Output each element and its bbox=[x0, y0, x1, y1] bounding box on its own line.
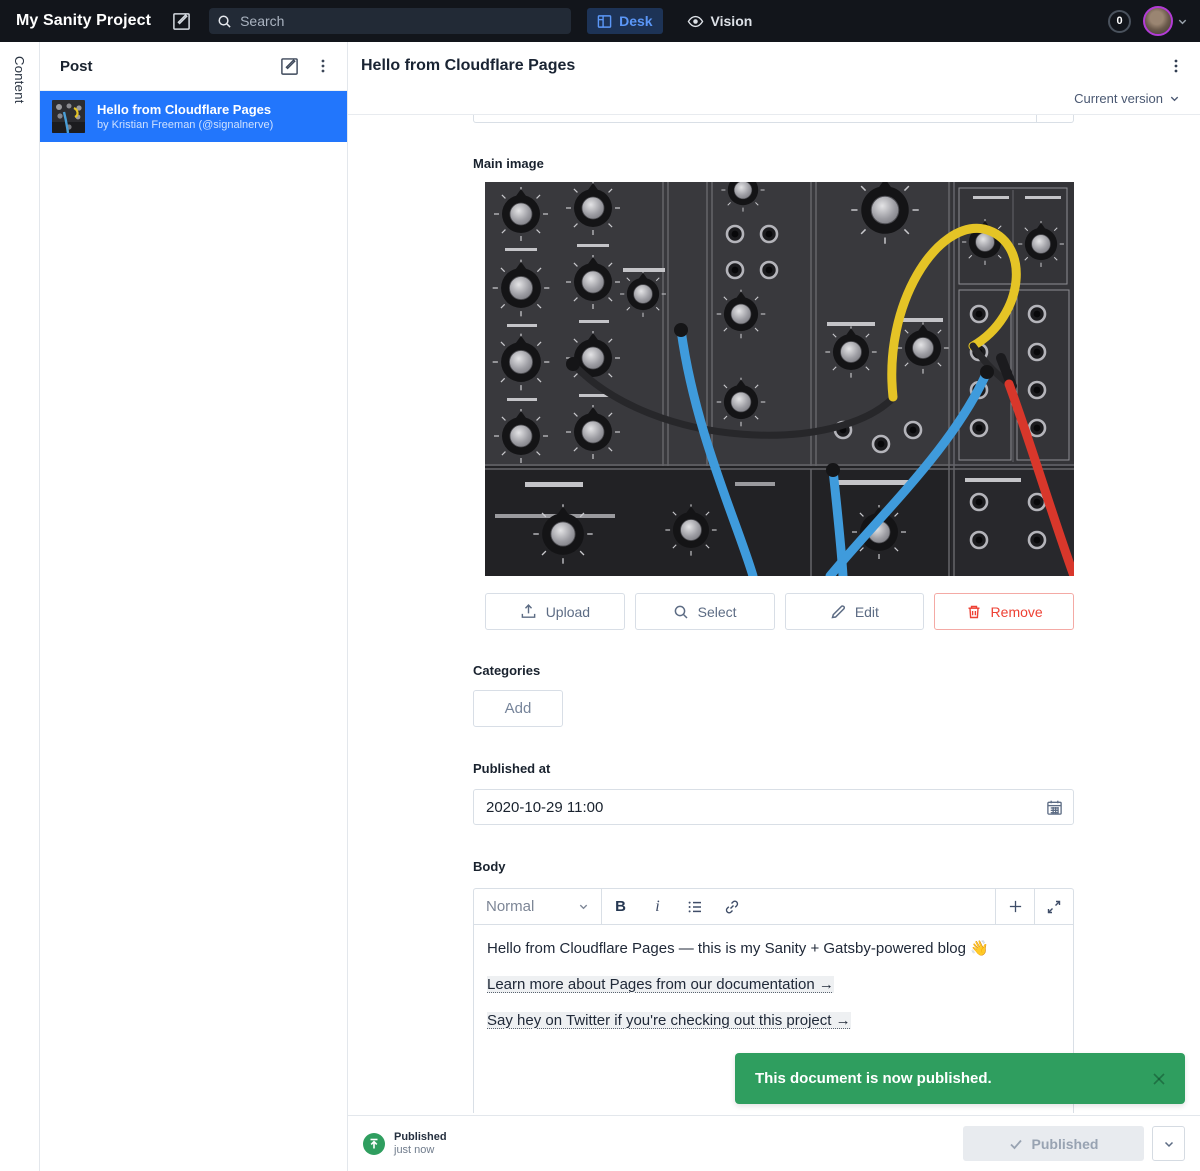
bullet-list-button[interactable] bbox=[676, 889, 713, 924]
toast-notification: This document is now published. bbox=[735, 1053, 1185, 1104]
list-item[interactable]: Hello from Cloudflare Pages by Kristian … bbox=[40, 91, 347, 142]
upload-button[interactable]: Upload bbox=[485, 593, 625, 630]
version-label: Current version bbox=[1074, 91, 1163, 106]
body-link[interactable]: Say hey on Twitter if you're checking ou… bbox=[487, 1012, 851, 1029]
add-label: Add bbox=[505, 700, 532, 717]
publish-button[interactable]: Published bbox=[963, 1126, 1144, 1161]
kebab-icon bbox=[315, 58, 331, 74]
desk-icon bbox=[597, 14, 612, 29]
pane-menu-button[interactable] bbox=[315, 58, 331, 74]
link-button[interactable] bbox=[713, 889, 750, 924]
list-item-thumbnail bbox=[52, 100, 85, 133]
published-status-icon bbox=[363, 1133, 385, 1155]
list-item-subtitle: by Kristian Freeman (@signalnerve) bbox=[97, 119, 273, 131]
avatar bbox=[1143, 6, 1173, 36]
compose-icon bbox=[280, 57, 299, 76]
user-menu[interactable] bbox=[1143, 6, 1188, 36]
chevron-down-icon bbox=[1163, 1138, 1175, 1150]
slug-field-partial[interactable] bbox=[473, 115, 1074, 123]
document-menu-button[interactable] bbox=[1164, 54, 1188, 78]
bold-button[interactable]: B bbox=[602, 889, 639, 924]
close-icon bbox=[1150, 1070, 1168, 1088]
body-link[interactable]: Learn more about Pages from our document… bbox=[487, 976, 834, 993]
hints-badge[interactable]: 0 bbox=[1108, 10, 1131, 33]
tab-vision[interactable]: Vision bbox=[677, 8, 763, 34]
kebab-icon bbox=[1168, 58, 1184, 74]
document-footer: Published just now Published bbox=[348, 1115, 1200, 1171]
calendar-icon[interactable] bbox=[1046, 799, 1063, 816]
publish-menu-button[interactable] bbox=[1152, 1126, 1185, 1161]
remove-button[interactable]: Remove bbox=[934, 593, 1074, 630]
body-label: Body bbox=[473, 859, 506, 874]
toast-close-button[interactable] bbox=[1147, 1067, 1171, 1091]
categories-label: Categories bbox=[473, 663, 540, 678]
edit-label: Edit bbox=[855, 604, 879, 620]
chevron-down-icon bbox=[1169, 93, 1180, 104]
plus-icon bbox=[1008, 899, 1023, 914]
list-item-text: Hello from Cloudflare Pages by Kristian … bbox=[97, 102, 273, 131]
image-actions: Upload Select Edit bbox=[485, 593, 1074, 630]
bullet-list-icon bbox=[687, 899, 703, 915]
trash-icon bbox=[966, 604, 982, 620]
published-at-input[interactable] bbox=[474, 799, 1046, 816]
search-icon bbox=[217, 14, 232, 29]
main-image-label: Main image bbox=[473, 156, 544, 171]
eye-icon bbox=[687, 13, 704, 30]
edit-button[interactable]: Edit bbox=[785, 593, 925, 630]
tab-desk[interactable]: Desk bbox=[587, 8, 662, 34]
project-title: My Sanity Project bbox=[16, 12, 151, 30]
chevron-down-icon bbox=[1177, 16, 1188, 27]
content-rail[interactable]: Content bbox=[0, 42, 40, 1171]
upload-icon bbox=[520, 603, 537, 620]
main-image-photo bbox=[485, 182, 1074, 576]
insert-block-button[interactable] bbox=[996, 889, 1034, 924]
publish-status-title: Published bbox=[394, 1131, 447, 1143]
pane-title: Post bbox=[60, 58, 264, 75]
publish-button-label: Published bbox=[1032, 1136, 1099, 1152]
text-style-select[interactable]: Normal bbox=[474, 889, 602, 924]
body-paragraph: Hello from Cloudflare Pages — this is my… bbox=[487, 938, 1060, 959]
search-icon bbox=[673, 604, 689, 620]
check-icon bbox=[1009, 1137, 1023, 1151]
fullscreen-button[interactable] bbox=[1035, 889, 1073, 924]
published-at-field bbox=[473, 789, 1074, 825]
compose-icon bbox=[172, 12, 191, 31]
document-list-pane: Post bbox=[40, 42, 348, 1171]
tab-vision-label: Vision bbox=[711, 13, 753, 29]
search-input[interactable] bbox=[240, 13, 563, 29]
add-category-button[interactable]: Add bbox=[473, 690, 563, 727]
upload-label: Upload bbox=[546, 604, 590, 620]
expand-icon bbox=[1047, 900, 1061, 914]
select-button[interactable]: Select bbox=[635, 593, 775, 630]
sanity-studio: My Sanity Project Desk bbox=[0, 0, 1200, 1171]
top-navbar: My Sanity Project Desk bbox=[0, 0, 1200, 42]
text-style-value: Normal bbox=[486, 898, 534, 915]
toast-message: This document is now published. bbox=[755, 1070, 1147, 1087]
document-title: Hello from Cloudflare Pages bbox=[361, 57, 575, 75]
published-at-label: Published at bbox=[473, 761, 550, 776]
chevron-down-icon bbox=[578, 901, 589, 912]
italic-button[interactable]: i bbox=[639, 889, 676, 924]
publish-status-time: just now bbox=[394, 1144, 447, 1156]
global-search[interactable] bbox=[209, 8, 571, 34]
create-post-button[interactable] bbox=[280, 57, 299, 76]
version-selector[interactable]: Current version bbox=[1074, 91, 1180, 106]
tab-desk-label: Desk bbox=[619, 13, 652, 29]
list-item-title: Hello from Cloudflare Pages bbox=[97, 102, 273, 117]
pencil-icon bbox=[830, 604, 846, 620]
body-toolbar: Normal B i bbox=[473, 888, 1074, 925]
slug-field-divider bbox=[1036, 115, 1037, 122]
document-header: Hello from Cloudflare Pages Current vers… bbox=[348, 42, 1200, 115]
pane-header: Post bbox=[40, 42, 347, 91]
publish-status: Published just now bbox=[394, 1131, 447, 1156]
link-icon bbox=[724, 899, 740, 915]
content-rail-label: Content bbox=[12, 56, 27, 104]
document-editor-pane: Hello from Cloudflare Pages Current vers… bbox=[348, 42, 1200, 1171]
remove-label: Remove bbox=[991, 604, 1043, 620]
new-document-button[interactable] bbox=[169, 9, 193, 33]
select-label: Select bbox=[698, 604, 737, 620]
